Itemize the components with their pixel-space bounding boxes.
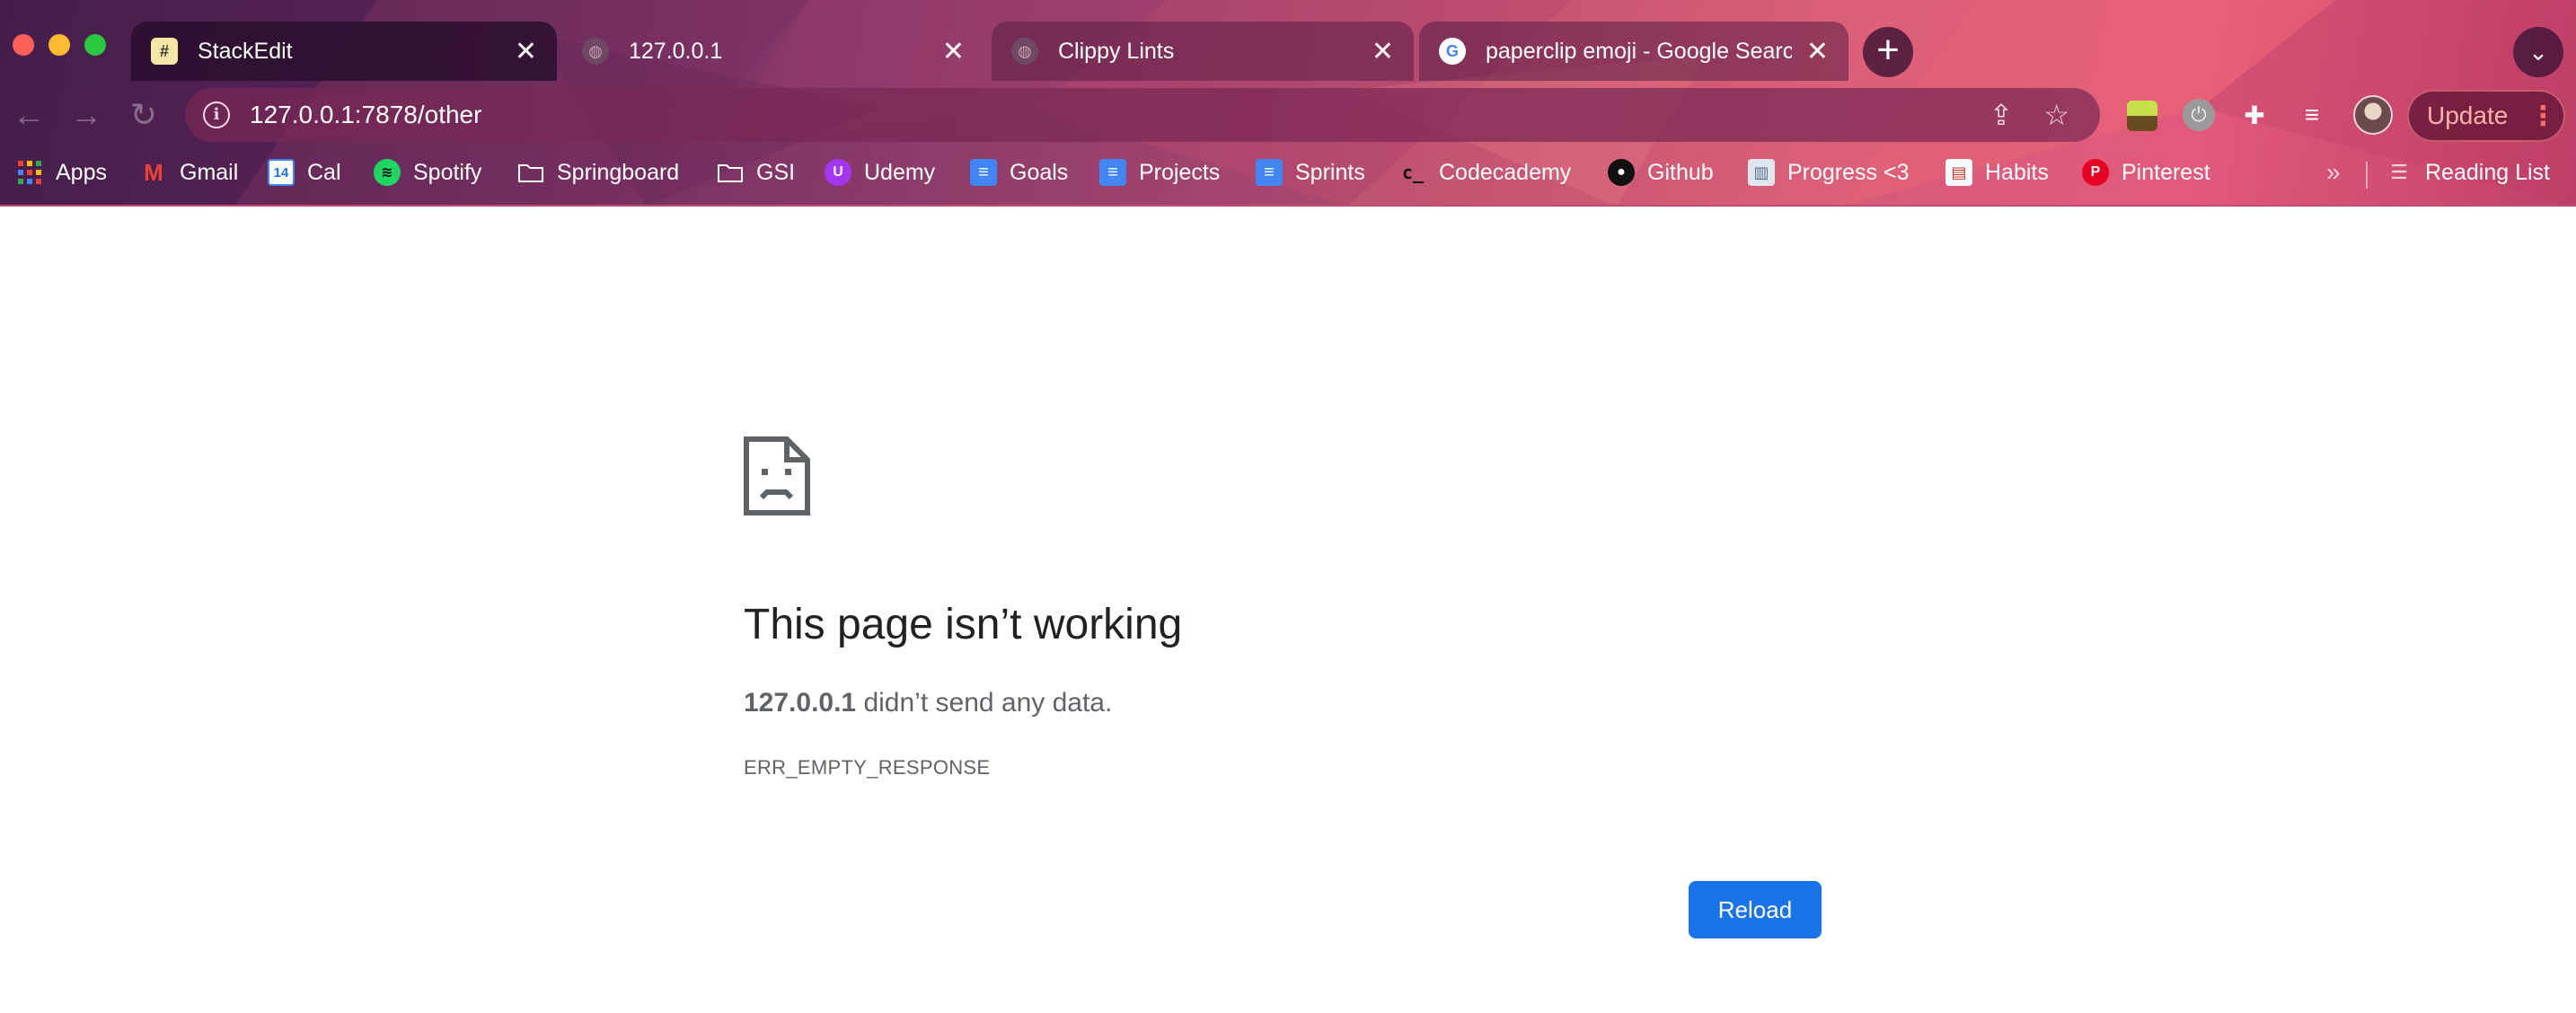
tab-close-icon[interactable]: ✕ [1372,36,1394,67]
docs-icon: ≡ [1256,159,1283,186]
udemy-icon: U [825,159,851,186]
bookmark-label: Gmail [180,159,239,185]
window-close-button[interactable] [13,34,34,56]
error-title: This page isn’t working [744,601,1183,648]
bookmark-label: Apps [56,159,107,185]
media-controls-icon[interactable]: ≡ [2296,99,2328,131]
tab-close-icon[interactable]: ✕ [942,36,965,67]
reload-button[interactable]: Reload [1689,881,1822,938]
bookmark-label: Springboard [557,159,680,185]
extensions-puzzle-icon[interactable]: ✚ [2238,99,2271,131]
reading-list-icon: ☰ [2390,161,2408,183]
bookmark-label: Udemy [864,159,936,185]
bookmark-label: Pinterest [2122,159,2210,185]
bookmark-pinterest[interactable]: P Pinterest [2082,151,2210,194]
apps-grid-icon [16,159,43,186]
forward-button[interactable]: → [68,97,104,133]
tab-search-button[interactable]: ⌄ [2513,27,2563,77]
bookmark-sprints[interactable]: ≡ Sprints [1256,151,1365,194]
reading-list-label: Reading List [2425,159,2550,185]
reading-list[interactable]: ☰ Reading List [2386,151,2550,194]
tab-clippy-lints[interactable]: ◍ Clippy Lints ✕ [992,22,1414,81]
tab-close-icon[interactable]: ✕ [1806,36,1829,67]
bookmark-habits[interactable]: ▤ Habits [1945,151,2049,194]
window-minimize-button[interactable] [49,34,70,56]
bookmark-apps[interactable]: Apps [16,151,107,194]
bookmark-github[interactable]: ● Github [1608,151,1714,194]
globe-icon: ◍ [1011,38,1038,65]
more-menu-icon[interactable]: ⋮ [2529,101,2556,132]
chrome-divider [0,205,2576,207]
docs-icon: ≡ [970,159,997,186]
bookmark-label: Habits [1985,159,2049,185]
url-text[interactable]: 127.0.0.1:7878/other [250,101,1989,129]
browser-chrome: # StackEdit ✕ ◍ 127.0.0.1 ✕ ◍ Clippy Lin… [0,0,2576,207]
window-maximize-button[interactable] [84,34,106,56]
extension-icon[interactable] [2127,101,2157,131]
tab-title: 127.0.0.1 [629,38,723,64]
update-button[interactable]: Update ⋮ [2407,90,2565,142]
new-tab-button[interactable]: + [1863,27,1913,77]
bookmark-label: Github [1647,159,1714,185]
tab-title: Clippy Lints [1058,38,1175,64]
bookmark-label: Sprints [1295,159,1365,185]
folder-icon [517,159,544,186]
bookmark-cal[interactable]: 14 Cal [268,151,341,194]
back-button[interactable]: ← [11,97,47,133]
trello-icon: ▥ [1748,159,1775,186]
error-message: didn’t send any data. [856,688,1113,718]
spotify-icon: ≋ [374,159,401,186]
refresh-button[interactable]: ↻ [126,97,162,133]
bookmark-progress[interactable]: ▥ Progress <3 [1748,151,1910,194]
tab-title: StackEdit [198,38,293,64]
profile-avatar[interactable] [2353,95,2393,135]
codecademy-icon: c_ [1401,162,1425,183]
bookmark-projects[interactable]: ≡ Projects [1099,151,1220,194]
bookmark-gsi[interactable]: GSI [717,151,795,194]
bookmark-label: Codecademy [1439,159,1572,185]
site-info-icon[interactable]: i [203,101,230,128]
bookmark-goals[interactable]: ≡ Goals [970,151,1068,194]
update-label: Update [2427,101,2509,129]
calendar-icon: 14 [268,159,295,186]
bookmark-udemy[interactable]: U Udemy [825,151,935,194]
github-icon: ● [1608,159,1635,186]
bookmark-star-icon[interactable]: ☆ [2043,98,2069,132]
tab-google-search[interactable]: G paperclip emoji - Google Searc ✕ [1419,22,1848,81]
bookmarks-overflow-icon[interactable]: » [2326,158,2341,187]
folder-icon [717,159,744,186]
bookmark-label: Cal [307,159,341,185]
gmail-icon: M [144,158,163,186]
bookmark-label: Projects [1139,159,1221,185]
bookmarks-divider [2366,162,2368,189]
tab-close-icon[interactable]: ✕ [515,36,537,67]
share-icon[interactable]: ⇪ [1989,98,2014,132]
bookmark-label: GSI [756,159,796,185]
error-description: 127.0.0.1 didn’t send any data. [744,688,1112,718]
stackedit-icon: # [151,38,178,65]
power-extension-icon[interactable]: ⏻ [2183,99,2215,131]
error-code: ERR_EMPTY_RESPONSE [744,756,991,779]
bookmark-label: Goals [1010,159,1069,185]
tab-title: paperclip emoji - Google Searc [1486,38,1792,64]
bookmark-label: Progress <3 [1787,159,1910,185]
pinterest-icon: P [2082,159,2109,186]
bookmark-spotify[interactable]: ≋ Spotify [374,151,481,194]
bookmarks-bar: Apps M Gmail 14 Cal ≋ Spotify Springboar… [0,151,2576,194]
sad-document-icon [744,436,810,515]
bookmark-springboard[interactable]: Springboard [517,151,679,194]
bookmark-gmail[interactable]: M Gmail [140,151,238,194]
docs-icon: ≡ [1099,159,1126,186]
google-icon: G [1439,38,1466,65]
bookmark-label: Spotify [413,159,482,185]
globe-icon: ◍ [582,38,609,65]
habits-icon: ▤ [1945,159,1972,186]
bookmark-codecademy[interactable]: c_ Codecademy [1399,151,1571,194]
tab-localhost[interactable]: ◍ 127.0.0.1 ✕ [562,22,984,81]
tab-stackedit[interactable]: # StackEdit ✕ [131,22,557,81]
address-bar[interactable]: i 127.0.0.1:7878/other ⇪ ☆ [185,88,2100,142]
error-host: 127.0.0.1 [744,688,857,718]
